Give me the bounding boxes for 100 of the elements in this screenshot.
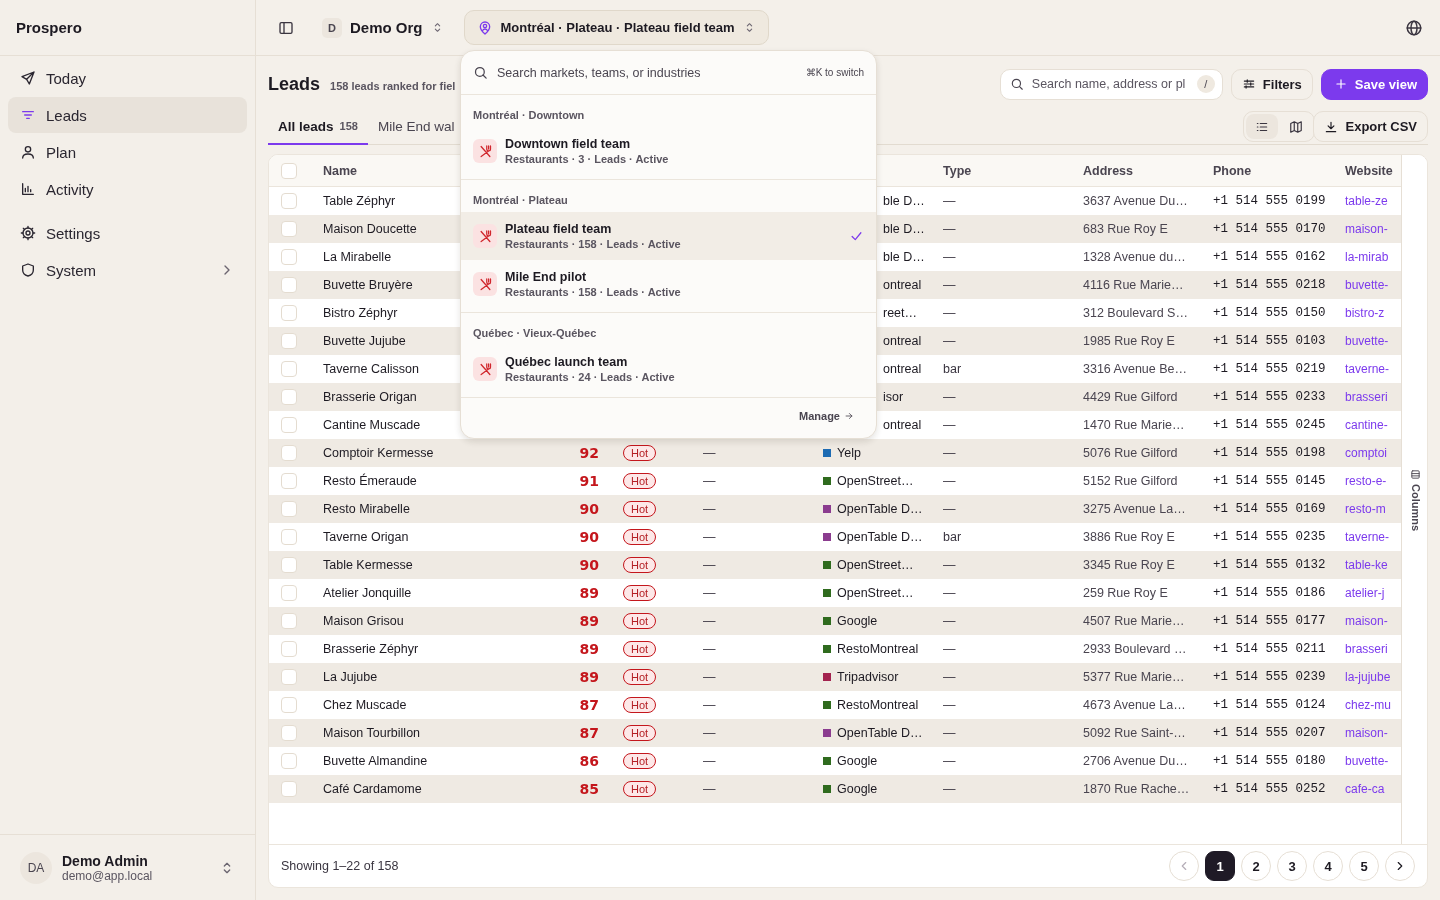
website-link[interactable]: buvette- <box>1345 278 1389 292</box>
table-cell: — <box>943 474 956 488</box>
column-header[interactable]: Name <box>323 163 358 178</box>
website-link[interactable]: buvette- <box>1345 334 1389 348</box>
website-link[interactable]: taverne- <box>1345 362 1390 376</box>
tab[interactable]: All leads 158 <box>268 109 368 145</box>
filters-button[interactable]: Filters <box>1230 68 1313 100</box>
website-link[interactable]: atelier-j <box>1345 586 1385 600</box>
table-cell: — <box>943 222 956 236</box>
page-button[interactable]: 2 <box>1241 851 1271 881</box>
website-link[interactable]: table-ke <box>1345 558 1388 572</box>
address-text: 1870 Rue Rache… <box>1083 782 1190 796</box>
website-link[interactable]: chez-mu <box>1345 698 1391 712</box>
checkbox[interactable] <box>281 361 297 377</box>
checkbox[interactable] <box>281 613 297 629</box>
table-cell: — <box>943 614 956 628</box>
lead-score: 89 <box>579 669 599 685</box>
page-button[interactable]: 5 <box>1349 851 1379 881</box>
lead-score: 89 <box>579 613 599 629</box>
menu-item[interactable]: Mile End pilot Restaurants · 158 · Leads · Active <box>461 260 876 308</box>
website-link[interactable]: cafe-ca <box>1345 782 1385 796</box>
table-cell: — <box>943 586 956 600</box>
website-link[interactable]: comptoi <box>1345 446 1388 460</box>
nav-item[interactable]: Today <box>8 60 247 96</box>
table-cell: — <box>943 754 956 768</box>
checkbox[interactable] <box>281 585 297 601</box>
website-link[interactable]: brasseri <box>1345 390 1388 404</box>
page-button[interactable]: 3 <box>1277 851 1307 881</box>
checkbox[interactable] <box>281 753 297 769</box>
checkbox[interactable] <box>281 445 297 461</box>
phone-number: +1 514 555 0199 <box>1213 194 1326 208</box>
address-text: 5076 Rue Gilford <box>1083 446 1178 460</box>
website-link[interactable]: la-jujube <box>1345 670 1391 684</box>
checkbox[interactable] <box>281 529 297 545</box>
checkbox[interactable] <box>281 501 297 517</box>
table-cell: — <box>703 726 716 740</box>
nav-item[interactable]: Plan <box>8 134 247 170</box>
user-email: demo@app.local <box>62 868 154 883</box>
nav-item[interactable]: Settings <box>8 215 247 251</box>
status-badge: Hot <box>623 641 657 657</box>
column-header[interactable]: Address <box>1083 163 1134 178</box>
menu-item[interactable]: Québec launch team Restaurants · 24 · Leads · Active <box>461 345 876 393</box>
status-badge: Hot <box>623 445 657 461</box>
website-link[interactable]: resto-m <box>1345 502 1386 516</box>
lead-name: Table Kermesse <box>323 558 413 572</box>
lead-name: Taverne Origan <box>323 530 409 544</box>
save-view-button[interactable]: Save view <box>1320 68 1428 100</box>
list-view-button[interactable] <box>1246 114 1279 139</box>
checkbox[interactable] <box>281 781 297 797</box>
checkbox[interactable] <box>281 669 297 685</box>
page-button[interactable]: 4 <box>1313 851 1343 881</box>
website-link[interactable]: buvette- <box>1345 754 1389 768</box>
website-link[interactable]: bistro-z <box>1345 306 1385 320</box>
columns-button[interactable]: Columns <box>1401 155 1427 844</box>
org-switcher[interactable]: D Demo Org <box>322 17 444 38</box>
table-cell: — <box>943 334 956 348</box>
website-link[interactable]: brasseri <box>1345 642 1388 656</box>
checkbox[interactable] <box>281 249 297 265</box>
lead-name: Cantine Muscade <box>323 418 421 432</box>
phone-number: +1 514 555 0177 <box>1213 614 1326 628</box>
menu-item[interactable]: Plateau field team Restaurants · 158 · Leads · Active <box>461 212 876 260</box>
table-cell: — <box>703 698 716 712</box>
nav-item[interactable]: Leads <box>8 97 247 133</box>
manage-link[interactable]: Manage <box>799 410 854 422</box>
website-link[interactable]: la-mirab <box>1345 250 1389 264</box>
checkbox[interactable] <box>281 473 297 489</box>
checkbox[interactable] <box>281 389 297 405</box>
website-link[interactable]: maison- <box>1345 726 1388 740</box>
checkbox[interactable] <box>281 697 297 713</box>
website-link[interactable]: taverne- <box>1345 530 1390 544</box>
checkbox[interactable] <box>281 417 297 433</box>
column-header[interactable]: Phone <box>1213 163 1252 178</box>
nav-item[interactable]: System <box>8 252 247 288</box>
checkbox[interactable] <box>281 221 297 237</box>
checkbox[interactable] <box>281 641 297 657</box>
status-badge: Hot <box>623 473 657 489</box>
menu-search-field[interactable]: Search markets, teams, or industries <box>461 57 791 88</box>
website-link[interactable]: table-ze <box>1345 194 1388 208</box>
checkbox[interactable] <box>281 333 297 349</box>
checkbox[interactable] <box>281 162 297 179</box>
checkbox[interactable] <box>281 305 297 321</box>
website-link[interactable]: maison- <box>1345 222 1388 236</box>
checkbox[interactable] <box>281 193 297 209</box>
team-name: Mile End pilot <box>505 270 588 284</box>
checkbox[interactable] <box>281 277 297 293</box>
sliders-icon <box>1241 77 1256 91</box>
column-header[interactable]: Website <box>1345 163 1393 178</box>
location-switcher[interactable]: Montréal · Plateau · Plateau field team <box>463 10 769 45</box>
page-button[interactable]: 1 <box>1205 851 1235 881</box>
nav-item[interactable]: Activity <box>8 171 247 207</box>
next-page-button[interactable] <box>1385 851 1415 881</box>
checkbox[interactable] <box>281 725 297 741</box>
export-csv-button[interactable]: Export CSV <box>1313 111 1428 142</box>
column-header[interactable]: Type <box>943 163 972 178</box>
phone-number: +1 514 555 0198 <box>1213 446 1326 460</box>
website-link[interactable]: maison- <box>1345 614 1388 628</box>
website-link[interactable]: resto-e- <box>1345 474 1387 488</box>
checkbox[interactable] <box>281 557 297 573</box>
website-link[interactable]: cantine- <box>1345 418 1388 432</box>
status-badge: Hot <box>623 753 657 769</box>
